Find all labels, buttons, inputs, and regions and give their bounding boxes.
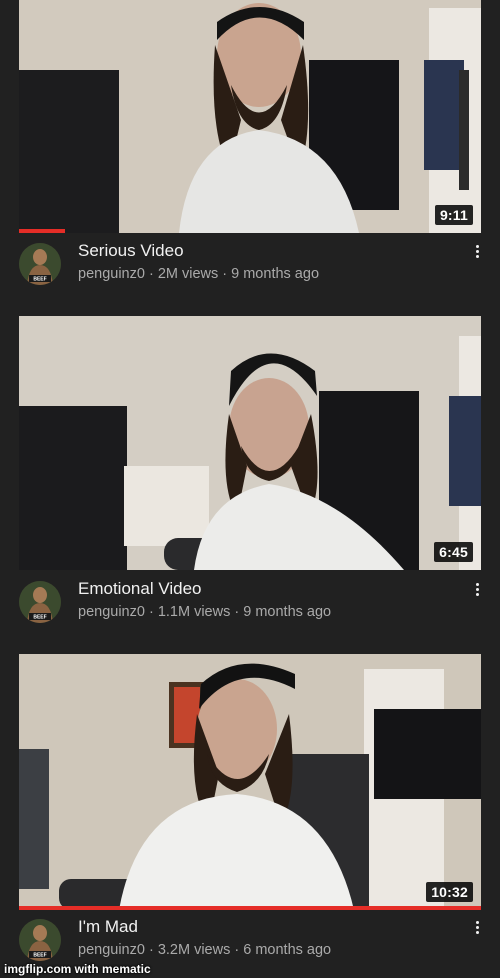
video-subtitle: penguinz0 · 2M views · 9 months ago	[78, 266, 319, 282]
duration-badge: 10:32	[426, 882, 473, 902]
view-count: 3.2M views	[157, 942, 231, 958]
channel-avatar[interactable]: BEEF	[19, 243, 61, 285]
more-vert-icon[interactable]	[471, 243, 483, 263]
video-subtitle: penguinz0 · 3.2M views · 6 months ago	[78, 942, 331, 958]
watch-progress	[19, 229, 481, 233]
more-vert-icon[interactable]	[471, 581, 483, 601]
svg-text:BEEF: BEEF	[33, 615, 46, 621]
separator: ·	[218, 266, 232, 282]
upload-age: 9 months ago	[243, 604, 332, 620]
video-thumbnail[interactable]: 9:11	[19, 0, 481, 233]
channel-name[interactable]: penguinz0	[78, 942, 145, 958]
duration-badge: 9:11	[434, 205, 473, 225]
channel-name[interactable]: penguinz0	[78, 604, 145, 620]
video-title[interactable]: Emotional Video	[78, 579, 202, 599]
channel-avatar[interactable]: BEEF	[19, 919, 61, 961]
video-thumbnail[interactable]: 10:32	[19, 654, 481, 910]
duration-badge: 6:45	[434, 542, 473, 562]
video-meta: BEEF Serious Video penguinz0 · 2M views …	[19, 239, 481, 295]
avatar-image: BEEF	[19, 919, 61, 961]
upload-age: 6 months ago	[243, 942, 332, 958]
watch-progress-fill	[19, 229, 66, 233]
channel-name[interactable]: penguinz0	[78, 266, 145, 282]
thumbnail-image	[19, 316, 481, 570]
view-count: 1.1M views	[157, 604, 231, 620]
separator: ·	[230, 942, 244, 958]
watermark: imgflip.com with mematic	[4, 962, 151, 976]
video-thumbnail[interactable]: 6:45	[19, 316, 481, 570]
watch-progress	[19, 906, 481, 910]
channel-avatar[interactable]: BEEF	[19, 581, 61, 623]
video-subtitle: penguinz0 · 1.1M views · 9 months ago	[78, 604, 331, 620]
separator: ·	[230, 604, 244, 620]
svg-text:BEEF: BEEF	[33, 277, 46, 283]
separator: ·	[144, 604, 158, 620]
watch-progress-fill	[19, 906, 481, 910]
thumbnail-image	[19, 654, 481, 910]
video-title[interactable]: Serious Video	[78, 241, 184, 261]
more-vert-icon[interactable]	[471, 919, 483, 939]
video-meta: BEEF Emotional Video penguinz0 · 1.1M vi…	[19, 577, 481, 633]
avatar-image: BEEF	[19, 243, 61, 285]
avatar-image: BEEF	[19, 581, 61, 623]
thumbnail-image	[19, 0, 481, 233]
video-title[interactable]: I'm Mad	[78, 917, 138, 937]
view-count: 2M views	[157, 266, 219, 282]
upload-age: 9 months ago	[231, 266, 320, 282]
separator: ·	[144, 266, 158, 282]
separator: ·	[144, 942, 158, 958]
svg-text:BEEF: BEEF	[33, 953, 46, 959]
